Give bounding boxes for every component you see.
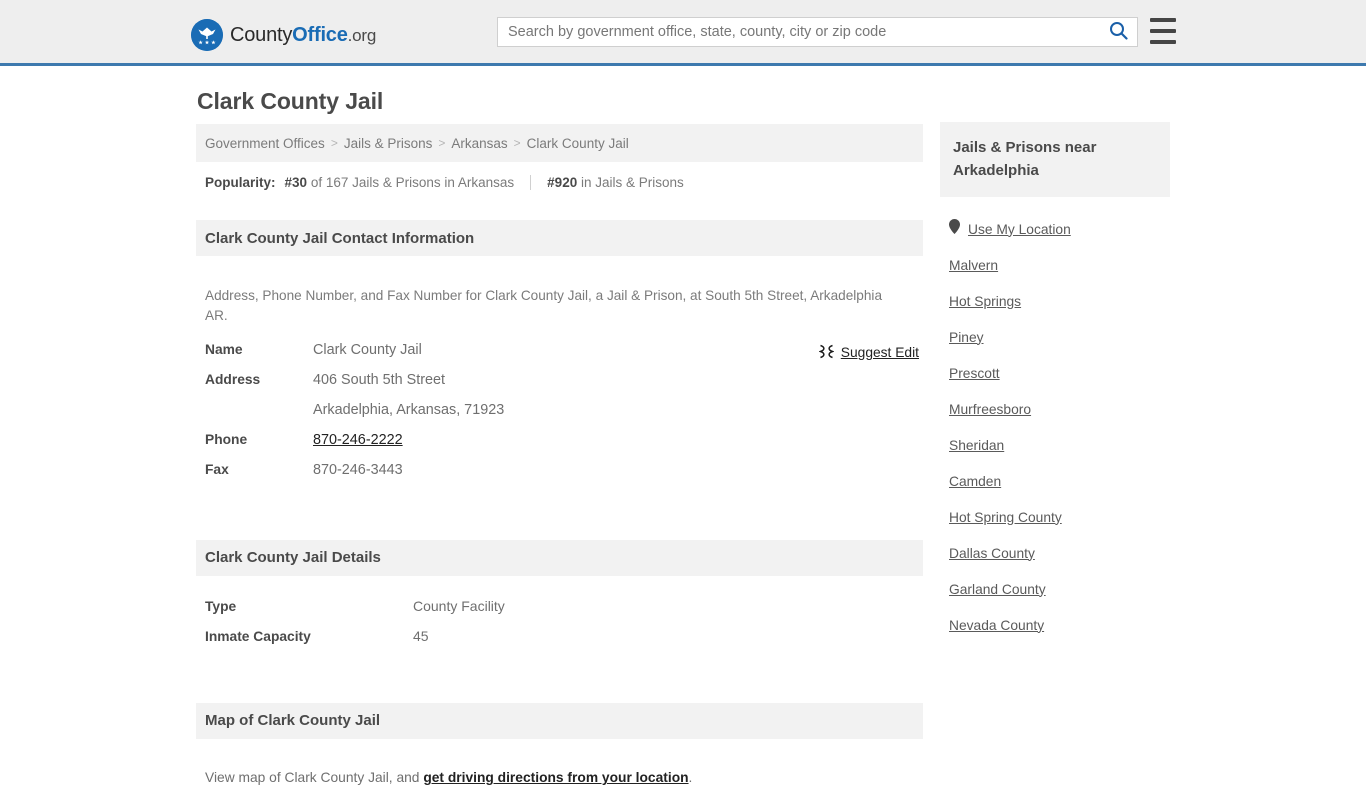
contact-row-address: Address 406 South 5th Street [196, 372, 923, 402]
search-bar[interactable] [497, 17, 1138, 47]
sidebar-link-sheridan[interactable]: Sheridan [949, 438, 1004, 453]
sidebar: Jails & Prisons near Arkadelphia Use My … [940, 122, 1170, 643]
sidebar-link-hot-spring-county[interactable]: Hot Spring County [949, 510, 1062, 525]
popularity-row: Popularity: #30 of 167 Jails & Prisons i… [196, 162, 923, 190]
breadcrumb-separator: > [438, 136, 446, 150]
map-text-before: View map of Clark County Jail, and [205, 770, 424, 786]
sidebar-item-murfreesboro[interactable]: Murfreesboro [940, 391, 1170, 427]
sidebar-link-prescott[interactable]: Prescott [949, 366, 1000, 381]
sidebar-link-camden[interactable]: Camden [949, 474, 1001, 489]
popularity-national-rank: #920 [547, 175, 578, 190]
sidebar-item-sheridan[interactable]: Sheridan [940, 427, 1170, 463]
breadcrumb-separator: > [513, 136, 521, 150]
sidebar-item-garland-county[interactable]: Garland County [940, 571, 1170, 607]
contact-row-address-line2: Arkadelphia, Arkansas, 71923 [196, 402, 923, 432]
contact-description: Address, Phone Number, and Fax Number fo… [205, 287, 883, 323]
contact-value-name: Clark County Jail [313, 341, 422, 358]
breadcrumb-separator: > [330, 136, 338, 150]
contact-key-fax: Fax [205, 461, 229, 477]
site-logo[interactable]: CountyOffice.org [191, 19, 376, 51]
contact-key-phone: Phone [205, 431, 248, 447]
sidebar-nearby-list: Use My Location Malvern Hot Springs Pine… [940, 211, 1170, 643]
popularity-divider [530, 175, 532, 190]
sidebar-heading: Jails & Prisons near Arkadelphia [940, 122, 1170, 197]
details-key-inmate-capacity: Inmate Capacity [205, 628, 311, 644]
search-button[interactable] [1099, 18, 1137, 46]
header-inner: CountyOffice.org [0, 0, 1366, 63]
contact-key-name: Name [205, 341, 243, 357]
breadcrumb-item-jails-prisons[interactable]: Jails & Prisons [344, 136, 433, 151]
breadcrumb-item-arkansas[interactable]: Arkansas [451, 136, 507, 151]
sidebar-item-prescott[interactable]: Prescott [940, 355, 1170, 391]
brand-part-office: Office [292, 23, 348, 46]
sidebar-link-piney[interactable]: Piney [949, 330, 984, 345]
suggest-edit-icon [817, 344, 835, 362]
sidebar-link-garland-county[interactable]: Garland County [949, 582, 1046, 597]
site-header: CountyOffice.org [0, 0, 1366, 66]
sidebar-link-dallas-county[interactable]: Dallas County [949, 546, 1035, 561]
contact-value-address-line2: Arkadelphia, Arkansas, 71923 [313, 401, 505, 418]
brand-part-org: .org [347, 25, 377, 45]
menu-bar-2 [1150, 29, 1176, 33]
menu-bar-1 [1150, 18, 1176, 22]
sidebar-item-use-my-location[interactable]: Use My Location [940, 211, 1170, 247]
contact-section-heading: Clark County Jail Contact Information [196, 220, 923, 256]
breadcrumb-item-government-offices[interactable]: Government Offices [205, 136, 325, 151]
menu-bar-3 [1150, 40, 1176, 44]
sidebar-item-dallas-county[interactable]: Dallas County [940, 535, 1170, 571]
contact-value-address-line1: 406 South 5th Street [313, 371, 446, 388]
details-row-inmate-capacity: Inmate Capacity 45 [196, 628, 923, 658]
contact-row-fax: Fax 870-246-3443 [196, 462, 923, 492]
contact-value-phone-link[interactable]: 870-246-2222 [313, 432, 403, 448]
details-value-type: County Facility [413, 597, 505, 614]
sidebar-link-murfreesboro[interactable]: Murfreesboro [949, 402, 1031, 417]
map-pin-icon [949, 219, 960, 239]
contact-value-fax: 870-246-3443 [313, 461, 403, 478]
sidebar-item-malvern[interactable]: Malvern [940, 247, 1170, 283]
contact-key-address: Address [205, 371, 261, 387]
details-value-inmate-capacity: 45 [413, 627, 429, 644]
driving-directions-link[interactable]: get driving directions from your locatio… [423, 770, 688, 785]
sidebar-item-hot-springs[interactable]: Hot Springs [940, 283, 1170, 319]
contact-info-table: Suggest Edit Name Clark County Jail Addr… [196, 342, 923, 492]
search-icon [1109, 21, 1128, 43]
use-my-location-link[interactable]: Use My Location [968, 222, 1071, 237]
suggest-edit-button[interactable]: Suggest Edit [817, 344, 919, 362]
map-description: View map of Clark County Jail, and get d… [196, 752, 923, 785]
popularity-state-rank: #30 [284, 175, 308, 190]
search-input[interactable] [498, 18, 1099, 46]
details-key-type: Type [205, 598, 237, 614]
sidebar-item-hot-spring-county[interactable]: Hot Spring County [940, 499, 1170, 535]
suggest-edit-label: Suggest Edit [840, 345, 919, 361]
breadcrumb-item-current: Clark County Jail [526, 135, 629, 151]
sidebar-item-camden[interactable]: Camden [940, 463, 1170, 499]
page-title: Clark County Jail [197, 88, 384, 114]
breadcrumb: Government Offices > Jails & Prisons > A… [196, 124, 923, 162]
details-table: Type County Facility Inmate Capacity 45 [196, 598, 923, 658]
details-row-type: Type County Facility [196, 598, 923, 628]
map-text-after: . [688, 770, 693, 786]
eagle-seal-icon [191, 19, 223, 51]
sidebar-item-nevada-county[interactable]: Nevada County [940, 607, 1170, 643]
popularity-national-text: in Jails & Prisons [580, 175, 684, 190]
sidebar-item-piney[interactable]: Piney [940, 319, 1170, 355]
map-section-heading: Map of Clark County Jail [196, 702, 923, 739]
popularity-state-text: of 167 Jails & Prisons in Arkansas [310, 175, 515, 190]
popularity-label: Popularity: [205, 175, 276, 190]
main-content-column: Government Offices > Jails & Prisons > A… [196, 124, 923, 799]
brand-wordmark: CountyOffice.org [230, 24, 376, 47]
details-section-heading: Clark County Jail Details [196, 539, 923, 576]
sidebar-link-hot-springs[interactable]: Hot Springs [949, 294, 1021, 309]
contact-row-name: Name Clark County Jail [196, 342, 923, 372]
brand-part-county: County [230, 23, 293, 46]
sidebar-link-malvern[interactable]: Malvern [949, 258, 998, 273]
hamburger-menu-icon[interactable] [1150, 18, 1176, 44]
sidebar-link-nevada-county[interactable]: Nevada County [949, 618, 1044, 633]
contact-row-phone: Phone 870-246-2222 [196, 432, 923, 462]
